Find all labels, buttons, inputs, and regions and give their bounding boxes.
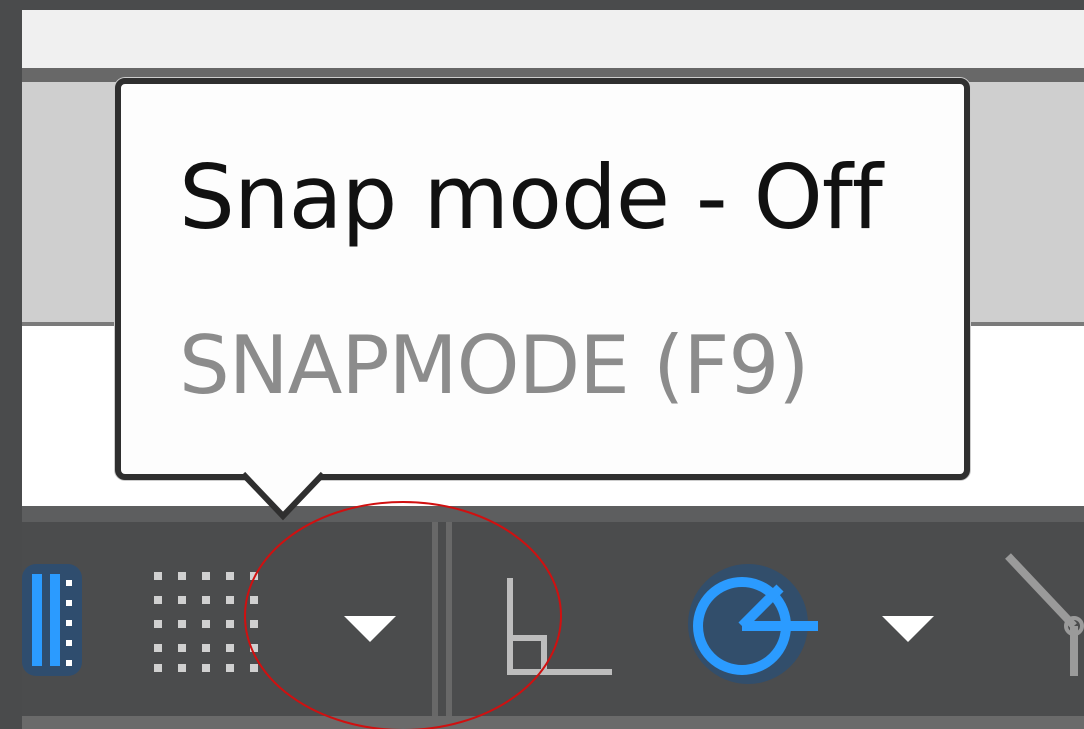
window-top-frame [0,0,1084,10]
status-bar-top-edge [22,506,1084,522]
status-bar-bottom-edge [22,716,1084,729]
isometric-drafting-icon [1005,553,1084,676]
tooltip: Snap mode - Off SNAPMODE (F9) [115,78,970,480]
snap-mode-icon [154,572,258,672]
chevron-down-icon [344,616,396,642]
tooltip-command: SNAPMODE (F9) [179,319,809,412]
status-bar-separator [432,522,438,716]
status-bar-separator [446,522,452,716]
window-left-frame [0,0,22,729]
polar-tracking-icon [688,564,818,684]
background-panel-top [22,10,1084,68]
grid-display-button[interactable] [22,560,86,680]
snap-mode-dropdown-button[interactable] [342,612,398,646]
polar-tracking-button[interactable] [680,560,820,690]
tooltip-pointer [243,471,323,521]
grid-display-icon [22,564,82,676]
app-window: Snap mode - Off SNAPMODE (F9) [0,0,1084,729]
snap-mode-button[interactable] [150,566,270,676]
isometric-drafting-button[interactable] [1000,548,1084,678]
ortho-mode-button[interactable] [500,576,620,676]
chevron-down-icon [882,616,934,642]
tooltip-title: Snap mode - Off [179,146,883,249]
ortho-mode-icon [507,578,612,675]
polar-tracking-dropdown-button[interactable] [880,612,936,646]
